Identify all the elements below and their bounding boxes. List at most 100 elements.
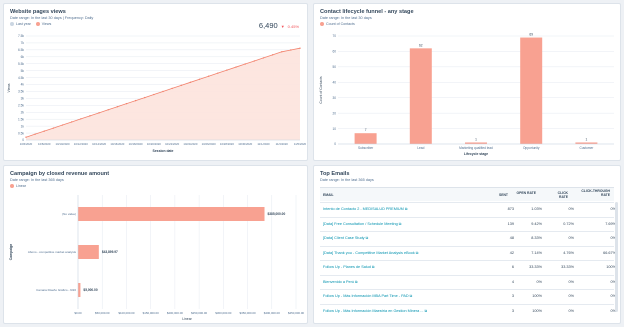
- bar-value-label: $385,000.00: [268, 212, 286, 216]
- email-name-link[interactable]: Intento de Contacto 2 - MEDISALUD PREMIU…: [323, 207, 407, 211]
- open-rate-cell: 7.14%: [531, 250, 542, 255]
- sent-cell: 3: [511, 294, 514, 298]
- open-rate-cell: 100%: [532, 308, 542, 313]
- x-tick-label: Opportunity: [523, 146, 540, 150]
- y-tick-label: 7k: [21, 41, 25, 45]
- y-tick-label: 60: [332, 50, 336, 54]
- x-tick-label: $250,000.00: [191, 311, 207, 315]
- bar-value-label: 7: [365, 128, 367, 132]
- th-click-through-rate[interactable]: CLICK-THROUGH RATE: [580, 189, 610, 197]
- funnel-card: Contact lifecycle funnel - any stage Dat…: [313, 3, 621, 161]
- campaign-card: Campaign by closed revenue amount Date r…: [3, 165, 308, 324]
- click-through-rate-cell: 0%: [610, 279, 617, 284]
- views-point: [34, 133, 36, 135]
- click-through-rate-cell: 0%: [610, 207, 617, 211]
- views-point: [134, 99, 137, 102]
- external-link-icon[interactable]: ⧉: [372, 265, 375, 269]
- x-tick-label: $100,000.00: [118, 311, 134, 315]
- pageviews-card: Website pages views Date range: In the l…: [3, 3, 308, 161]
- funnel-title: Contact lifecycle funnel - any stage: [320, 9, 414, 15]
- x-axis-title: Lifecycle stage: [464, 152, 488, 156]
- email-name-link[interactable]: Follow Up - Planes de Salud⧉: [323, 265, 375, 269]
- email-table-row: [Data] Thank you - Competitive Market An…: [320, 245, 616, 259]
- th-email[interactable]: EMAIL: [323, 193, 334, 197]
- x-tick-label: $150,000.00: [143, 311, 159, 315]
- y-tick-label: (No value): [62, 212, 76, 216]
- y-tick-label: 3.5k: [18, 90, 24, 94]
- th-sent[interactable]: SENT: [480, 193, 508, 197]
- email-table-row: Follow Up - Más Información MBA Part Tim…: [320, 289, 616, 302]
- click-through-rate-cell: 7.69%: [605, 221, 616, 226]
- y-tick-label: 6k: [21, 55, 25, 59]
- external-link-icon[interactable]: ⧉: [424, 309, 427, 313]
- x-tick-label: 10/26/2020: [202, 142, 216, 146]
- email-table-row: [Data] Client Case Study⧉ 48 8.33% 0% 0%: [320, 231, 617, 244]
- email-name-link[interactable]: [Data] Free Consultation / Schedule Meet…: [323, 222, 401, 226]
- email-name-link[interactable]: [Data] Thank you - Competitive Market An…: [323, 251, 418, 255]
- x-tick-label: 10/10/2020: [56, 142, 70, 146]
- pageviews-title: Website pages views: [10, 9, 66, 15]
- open-rate-cell: 33.33%: [529, 265, 542, 269]
- y-tick-label: 3k: [21, 97, 25, 101]
- x-tick-label: Customer: [579, 146, 594, 150]
- funnel-legend: Count of Contacts: [320, 22, 355, 26]
- y-axis-title: Campaign: [9, 244, 13, 260]
- emails-scrollbar[interactable]: [615, 202, 618, 312]
- external-link-icon[interactable]: ⧉: [405, 207, 408, 211]
- y-tick-label: 40: [332, 80, 336, 84]
- x-tick-label: 10/30/2020: [238, 142, 252, 146]
- y-tick-label: 70: [332, 34, 336, 38]
- views-point: [153, 93, 155, 96]
- pageviews-legend: Last year Views: [10, 22, 51, 26]
- x-tick-label: 11/1/2020: [257, 142, 270, 146]
- bar-value-label: $5,000.00: [83, 288, 97, 292]
- legend-last-year-label: Last year: [16, 22, 31, 26]
- th-click-rate[interactable]: CLICK RATE: [548, 191, 568, 199]
- y-tick-label: 2.5k: [18, 104, 24, 108]
- open-rate-cell: 0%: [536, 279, 543, 284]
- external-link-icon[interactable]: ⧉: [410, 294, 413, 298]
- views-point: [25, 136, 27, 138]
- external-link-icon[interactable]: ⧉: [416, 251, 419, 255]
- click-through-rate-cell: 0%: [610, 236, 617, 240]
- th-open-rate[interactable]: OPEN RATE: [516, 191, 536, 195]
- views-point: [61, 124, 64, 126]
- email-name-link[interactable]: Follow Up - Más Información MBA Part Tim…: [323, 294, 412, 298]
- legend-last-year-swatch: [10, 22, 14, 26]
- views-point: [253, 60, 256, 62]
- pageviews-kpi: 6,490 ▼ 0.45%: [259, 21, 299, 30]
- external-link-icon[interactable]: ⧉: [399, 222, 402, 226]
- click-rate-cell: 0%: [568, 207, 575, 211]
- email-name-link[interactable]: [Data] Client Case Study⧉: [323, 236, 368, 240]
- legend-contacts-swatch: [320, 22, 324, 26]
- y-tick-label: 6.5k: [18, 48, 24, 52]
- y-tick-label: 30: [332, 96, 336, 100]
- views-area: [26, 48, 300, 140]
- bar: [354, 133, 377, 144]
- views-point: [271, 54, 274, 56]
- emails-table-header: EMAIL SENT OPEN RATE CLICK RATE CLICK-TH…: [320, 187, 614, 201]
- y-tick-label: 1.5k: [18, 117, 24, 121]
- email-name-link[interactable]: Follow Up - Más Información Maestría en …: [323, 309, 427, 313]
- kpi-value: 6,490: [258, 21, 278, 30]
- y-tick-label: 0.5k: [18, 131, 24, 135]
- click-rate-cell: 0%: [568, 279, 575, 284]
- bar: [78, 207, 265, 221]
- external-link-icon[interactable]: ⧉: [366, 236, 369, 240]
- views-point: [89, 115, 91, 117]
- email-name-link[interactable]: Bienvenido a Perú⧉: [323, 280, 358, 284]
- funnel-subtitle: Date range: In the last 30 days: [320, 16, 372, 20]
- x-tick-label: $350,000.00: [240, 311, 256, 315]
- sent-cell: 48: [509, 236, 514, 240]
- y-tick-label: 5.5k: [18, 62, 24, 66]
- y-tick-label: 1k: [21, 124, 25, 128]
- views-point: [235, 66, 237, 68]
- x-tick-label: $200,000.00: [167, 311, 183, 315]
- campaign-title: Campaign by closed revenue amount: [10, 171, 110, 177]
- views-point: [43, 130, 45, 132]
- bar-value-label: 62: [419, 43, 423, 47]
- pageviews-subtitle: Date range: In the last 30 days | Freque…: [10, 16, 94, 20]
- x-tick-label: 10/8/2020: [38, 142, 51, 146]
- external-link-icon[interactable]: ⧉: [355, 280, 358, 284]
- click-rate-cell: 33.33%: [561, 265, 574, 269]
